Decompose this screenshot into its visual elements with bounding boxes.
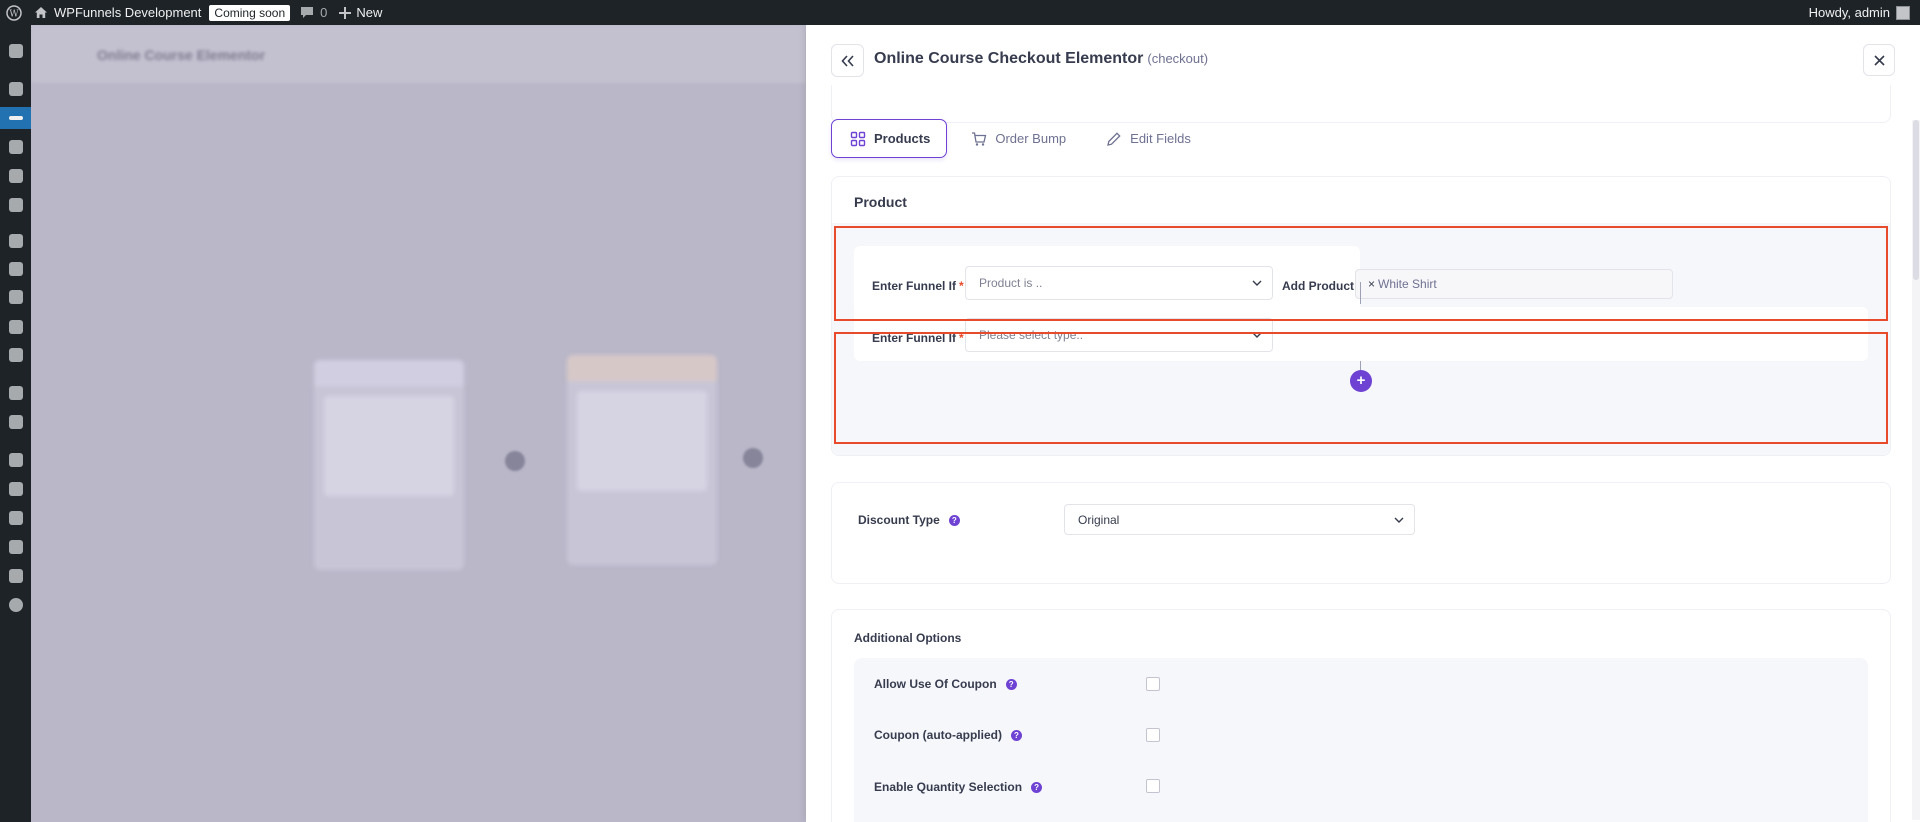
product-heading: Product — [854, 194, 907, 210]
media-icon[interactable] — [0, 136, 31, 158]
users-icon[interactable] — [0, 507, 31, 529]
posts-icon[interactable] — [0, 78, 31, 100]
payments-icon[interactable] — [0, 286, 31, 308]
comments-link[interactable]: 0 — [294, 0, 333, 25]
drawer-title: Online Course Checkout Elementor (checkou… — [874, 50, 1208, 68]
avatar — [1896, 5, 1910, 20]
collapse-drawer-button[interactable] — [831, 44, 864, 77]
tab-products[interactable]: Products — [831, 119, 948, 158]
tab-edit-fields-label: Edit Fields — [1130, 131, 1191, 146]
templates-icon[interactable] — [0, 411, 31, 433]
checkout-node — [567, 355, 717, 565]
admin-sidebar — [0, 25, 31, 822]
wpfunnels-menu-icon[interactable] — [0, 107, 31, 129]
option-coupon-auto-label: Coupon (auto-applied)? — [874, 728, 1022, 742]
settings-tabs: Products Order Bump Edit Fields — [831, 119, 1207, 158]
tab-edit-fields[interactable]: Edit Fields — [1088, 119, 1207, 158]
comment-icon — [301, 7, 314, 18]
tab-products-label: Products — [874, 131, 931, 146]
pages-icon[interactable] — [0, 165, 31, 187]
close-icon — [1873, 54, 1885, 66]
quantity-selection-checkbox[interactable] — [1146, 779, 1160, 793]
connector-dot — [743, 448, 763, 468]
marketing-icon[interactable] — [0, 344, 31, 366]
discount-card: Discount Type? Original — [831, 482, 1891, 584]
scrollbar-thumb[interactable] — [1913, 120, 1919, 280]
appearance-icon[interactable] — [0, 449, 31, 471]
help-icon[interactable]: ? — [948, 514, 960, 526]
help-icon[interactable]: ? — [1010, 729, 1022, 741]
cart-icon — [972, 131, 987, 146]
allow-coupon-checkbox[interactable] — [1146, 677, 1160, 691]
wordpress-logo-icon[interactable]: W — [0, 0, 28, 25]
discount-type-value: Original — [1078, 512, 1120, 527]
tab-order-bump-label: Order Bump — [995, 131, 1067, 146]
canvas-header: Online Course Elementor — [31, 25, 806, 83]
step-type: (checkout) — [1147, 51, 1209, 66]
collapse-menu-icon[interactable] — [0, 594, 31, 616]
comments-count: 0 — [320, 5, 328, 20]
grid-icon — [850, 131, 866, 146]
drawer-scrollbar[interactable] — [1912, 120, 1920, 820]
option-quantity-selection-label: Enable Quantity Selection? — [874, 780, 1043, 794]
funnel-canvas-backdrop: Online Course Elementor — [31, 25, 806, 822]
analytics-icon[interactable] — [0, 316, 31, 338]
comments-menu-icon[interactable] — [0, 194, 31, 216]
coupon-auto-checkbox[interactable] — [1146, 728, 1160, 742]
option-allow-coupon-label: Allow Use Of Coupon? — [874, 677, 1017, 691]
discount-type-label: Discount Type? — [858, 513, 960, 527]
settings-icon[interactable] — [0, 565, 31, 587]
coming-soon-badge[interactable]: Coming soon — [209, 4, 291, 21]
landing-node — [314, 360, 464, 570]
canvas-title: Online Course Elementor — [97, 47, 266, 63]
woocommerce-icon[interactable] — [0, 230, 31, 252]
close-drawer-button[interactable] — [1863, 44, 1895, 76]
double-chevron-left-icon — [840, 54, 854, 67]
home-icon — [35, 7, 47, 18]
dashboard-icon[interactable] — [0, 40, 31, 62]
my-account-link[interactable]: Howdy, admin — [1803, 0, 1920, 25]
tools-icon[interactable] — [0, 536, 31, 558]
highlight-box-2 — [834, 332, 1888, 444]
discount-type-select[interactable]: Original — [1064, 504, 1415, 535]
additional-options-card: Additional Options Allow Use Of Coupon? … — [831, 609, 1891, 822]
help-icon[interactable]: ? — [1005, 678, 1017, 690]
new-label: New — [356, 5, 383, 20]
tab-order-bump[interactable]: Order Bump — [953, 119, 1082, 158]
additional-options-heading: Additional Options — [854, 631, 962, 645]
site-name: WPFunnels Development — [54, 5, 202, 20]
svg-text:W: W — [9, 9, 19, 19]
plus-icon — [339, 6, 352, 19]
chevron-down-icon — [1394, 517, 1404, 523]
connector-dot — [505, 451, 525, 471]
new-content-link[interactable]: New — [333, 0, 388, 25]
greeting: Howdy, admin — [1808, 5, 1890, 20]
products-menu-icon[interactable] — [0, 258, 31, 280]
step-settings-drawer: Online Course Checkout Elementor (checkou… — [806, 25, 1920, 822]
elementor-icon[interactable] — [0, 382, 31, 404]
wp-admin-bar: W WPFunnels Development Coming soon 0 Ne… — [0, 0, 1920, 25]
plugins-icon[interactable] — [0, 478, 31, 500]
help-icon[interactable]: ? — [1031, 781, 1043, 793]
step-name: Online Course Checkout Elementor — [874, 50, 1144, 67]
highlight-box-1 — [834, 226, 1888, 321]
site-name-link[interactable]: WPFunnels Development — [28, 0, 207, 25]
header-divider — [831, 85, 1891, 123]
pencil-icon — [1107, 131, 1121, 146]
